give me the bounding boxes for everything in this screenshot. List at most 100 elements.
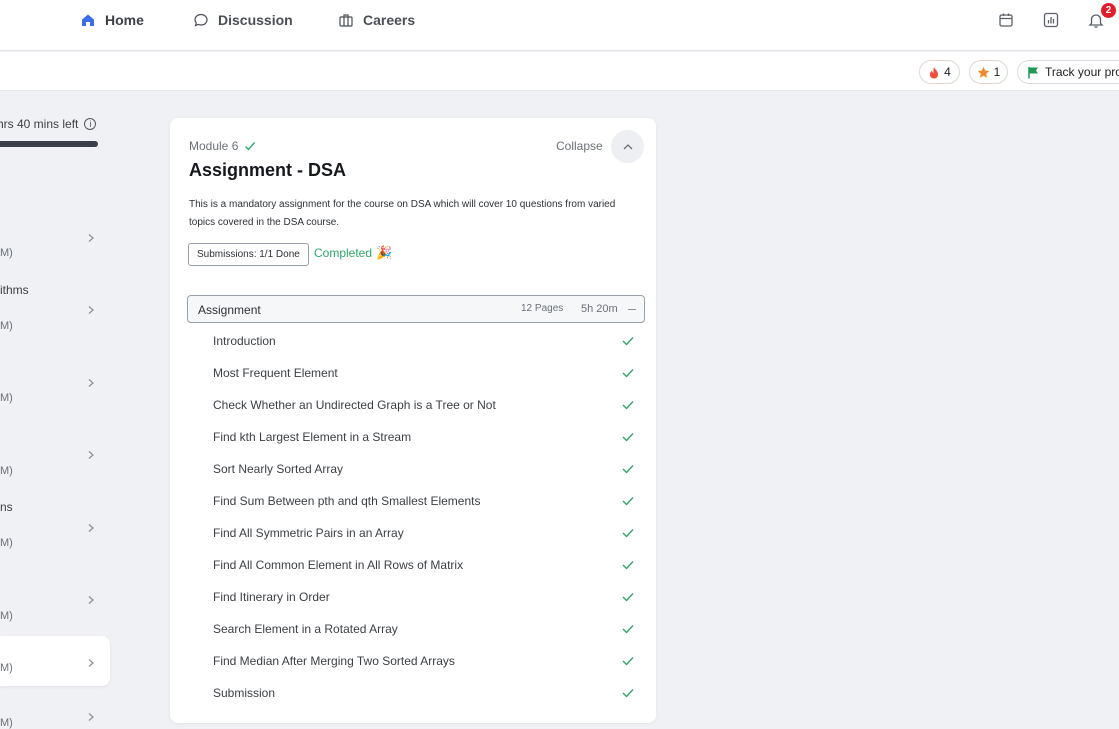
completion-status: Completed 🎉 <box>314 245 392 261</box>
lesson-title: Search Element in a Rotated Array <box>213 622 398 636</box>
check-icon <box>622 657 634 666</box>
lesson-item[interactable]: Sort Nearly Sorted Array <box>187 453 645 485</box>
star-pill[interactable]: 1 <box>969 60 1008 84</box>
module-number: Module 6 <box>189 139 239 153</box>
briefcase-icon <box>339 14 353 27</box>
module-description: This is a mandatory assignment for the c… <box>189 199 616 228</box>
nav-home-link[interactable]: Home <box>80 0 144 40</box>
section-title: Assignment <box>198 303 261 317</box>
chevron-up-icon <box>623 143 632 149</box>
lesson-item[interactable]: Most Frequent Element <box>187 357 645 389</box>
sidebar-item-fragment: M) <box>0 537 13 549</box>
sidebar-item-active[interactable]: M) <box>0 636 110 686</box>
lesson-title: Find All Common Element in All Rows of M… <box>213 558 464 572</box>
streak-count: 4 <box>944 65 951 79</box>
chevron-right-icon <box>88 659 94 667</box>
sidebar-chevron[interactable] <box>86 709 96 721</box>
assignment-section-header[interactable]: Assignment 12 Pages 5h 20m <box>187 295 645 323</box>
calendar-button[interactable] <box>996 10 1016 30</box>
info-icon[interactable]: i <box>84 118 97 130</box>
nav-discussion-label: Discussion <box>218 12 293 28</box>
chevron-right-icon <box>88 524 94 532</box>
chart-icon <box>1043 12 1059 28</box>
track-progress-label: Track your pro <box>1045 65 1119 79</box>
sidebar-item-fragment: M) <box>0 392 13 404</box>
fire-icon <box>930 66 939 78</box>
lesson-title: Find Sum Between pth and qth Smallest El… <box>213 494 481 508</box>
section-page-count: 12 Pages <box>521 303 564 314</box>
lesson-title: Most Frequent Element <box>213 366 338 380</box>
chevron-right-icon <box>88 451 94 459</box>
sidebar-chevron[interactable] <box>86 375 96 387</box>
sidebar-item-fragment: ithms <box>0 283 29 297</box>
module-card: Module 6 Collapse Assignment - DSA This … <box>170 118 656 723</box>
nav-home-label: Home <box>105 12 144 28</box>
submissions-badge: Submissions: 1/1 Done <box>188 243 309 266</box>
check-icon <box>622 625 634 634</box>
chat-bubble-icon <box>194 13 208 27</box>
module-label: Module 6 <box>189 139 256 153</box>
check-icon <box>622 369 634 378</box>
calendar-icon <box>999 13 1013 27</box>
notification-count-badge: 2 <box>1101 3 1116 18</box>
collapse-label[interactable]: Collapse <box>556 139 603 153</box>
lesson-item[interactable]: Find Sum Between pth and qth Smallest El… <box>187 485 645 517</box>
lesson-list: Introduction Most Frequent Element Check… <box>187 325 645 709</box>
check-icon <box>622 465 634 474</box>
lesson-title: Find Itinerary in Order <box>213 590 330 604</box>
lesson-item[interactable]: Find All Symmetric Pairs in an Array <box>187 517 645 549</box>
home-icon <box>82 14 94 26</box>
course-sidebar: hrs 40 mins left i M) ithms M) M) M) ns … <box>0 92 112 729</box>
flag-icon <box>1028 66 1038 78</box>
lesson-item[interactable]: Find All Common Element in All Rows of M… <box>187 549 645 581</box>
sidebar-chevron[interactable] <box>86 302 96 314</box>
check-icon <box>622 561 634 570</box>
chevron-right-icon <box>88 713 94 721</box>
lesson-item[interactable]: Introduction <box>187 325 645 357</box>
status-bar: 4 1 Track your pro <box>0 52 1119 91</box>
streak-pill[interactable]: 4 <box>919 60 960 84</box>
sidebar-item-fragment: M) <box>0 610 13 622</box>
time-remaining-text: hrs 40 mins left <box>0 117 79 131</box>
star-count: 1 <box>993 65 1001 79</box>
collapse-button[interactable] <box>611 130 644 163</box>
check-icon <box>622 593 634 602</box>
sidebar-chevron[interactable] <box>86 655 96 667</box>
chevron-right-icon <box>88 379 94 387</box>
check-icon <box>622 337 634 346</box>
sidebar-chevron[interactable] <box>86 592 96 604</box>
sidebar-item-fragment: M) <box>0 717 13 729</box>
check-icon <box>622 433 634 442</box>
lesson-item[interactable]: Search Element in a Rotated Array <box>187 613 645 645</box>
lesson-item[interactable]: Submission <box>187 677 645 709</box>
nav-careers-label: Careers <box>363 12 416 28</box>
nav-careers-link[interactable]: Careers <box>338 0 415 40</box>
chevron-right-icon <box>88 596 94 604</box>
nav-discussion-link[interactable]: Discussion <box>193 0 293 40</box>
lesson-item[interactable]: Find Median After Merging Two Sorted Arr… <box>187 645 645 677</box>
check-icon <box>245 142 256 151</box>
check-icon <box>622 401 634 410</box>
sidebar-chevron[interactable] <box>86 520 96 532</box>
time-remaining: hrs 40 mins left i <box>0 117 97 131</box>
minus-icon <box>628 309 636 310</box>
party-popper-icon: 🎉 <box>376 245 393 260</box>
check-icon <box>622 529 634 538</box>
lesson-item[interactable]: Find Itinerary in Order <box>187 581 645 613</box>
track-progress-button[interactable]: Track your pro <box>1017 60 1119 84</box>
sidebar-item-fragment: ns <box>0 500 13 514</box>
sidebar-item-fragment: M) <box>0 320 13 332</box>
sidebar-chevron[interactable] <box>86 230 96 242</box>
stats-button[interactable] <box>1041 10 1061 30</box>
lesson-title: Find kth Largest Element in a Stream <box>213 430 412 444</box>
chevron-right-icon <box>88 234 94 242</box>
sidebar-item-fragment: M) <box>0 465 13 477</box>
check-icon <box>622 689 634 698</box>
sidebar-chevron[interactable] <box>86 447 96 459</box>
module-title: Assignment - DSA <box>189 160 347 180</box>
lesson-item[interactable]: Check Whether an Undirected Graph is a T… <box>187 389 645 421</box>
lesson-item[interactable]: Find kth Largest Element in a Stream <box>187 421 645 453</box>
lesson-title: Check Whether an Undirected Graph is a T… <box>213 398 496 412</box>
lesson-title: Submission <box>213 686 276 700</box>
lesson-title: Find Median After Merging Two Sorted Arr… <box>213 654 455 668</box>
